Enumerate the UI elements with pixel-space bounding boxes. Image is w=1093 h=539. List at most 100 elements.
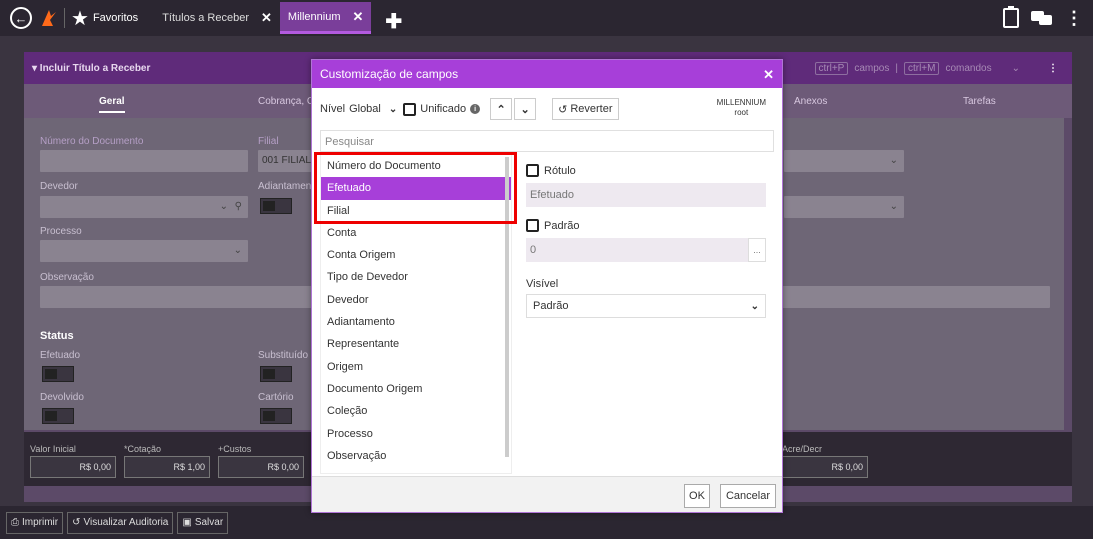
tab-millennium[interactable]: Millennium ✕: [279, 2, 372, 34]
back-icon[interactable]: ←: [10, 7, 32, 29]
context-user: root: [734, 108, 749, 117]
devedor-input[interactable]: ⌄ ⚲: [40, 196, 248, 218]
save-button[interactable]: ▣ Salvar: [177, 511, 229, 534]
list-item[interactable]: Tipo de Devedor: [321, 266, 511, 288]
substituido-toggle[interactable]: [260, 366, 292, 382]
shortcut-hints: ctrl+P campos | ctrl+M comandos ⌄ ⋮: [814, 62, 1058, 75]
list-item[interactable]: Observação: [321, 445, 511, 467]
more-menu-icon[interactable]: ⋮: [1065, 9, 1083, 27]
add-tab-icon[interactable]: ✚: [385, 9, 402, 34]
right-select[interactable]: ⌄: [784, 150, 904, 172]
checkbox-icon[interactable]: [526, 219, 539, 232]
checkbox-icon[interactable]: [403, 102, 417, 116]
undo-icon: ↺: [558, 103, 568, 116]
field-properties-panel: Rótulo Efetuado Padrão 0 ... Visível Pad…: [526, 164, 766, 318]
visivel-label: Visível: [526, 278, 559, 290]
audit-button[interactable]: ↺ Visualizar Auditoria: [67, 511, 174, 534]
search-icon[interactable]: ⚲: [235, 201, 242, 212]
list-item[interactable]: Coleção: [321, 400, 511, 422]
list-item[interactable]: Adiantamento: [321, 311, 511, 333]
chevron-up-icon: ⌃: [496, 103, 506, 116]
tab-titulos-a-receber[interactable]: Títulos a Receber ✕: [154, 0, 280, 36]
unificado-checkbox[interactable]: Unificado i: [403, 102, 481, 116]
devolvido-toggle[interactable]: [42, 408, 74, 424]
divider: [64, 8, 65, 28]
close-tab-icon[interactable]: ✕: [261, 10, 272, 26]
tab-cobranca[interactable]: Cobrança, C: [258, 96, 314, 107]
revert-button[interactable]: ↺ Reverter: [552, 98, 619, 120]
processo-select[interactable]: ⌄: [40, 240, 248, 262]
padrao-label: Padrão: [544, 219, 580, 232]
ellipsis-button[interactable]: ...: [748, 238, 766, 262]
acre-decr-label: Acre/Decr: [782, 444, 823, 454]
dialog-title: Customização de campos: [320, 67, 459, 81]
nivel-select[interactable]: Global ⌄: [349, 103, 397, 115]
efetuado-toggle[interactable]: [42, 366, 74, 382]
padrao-checkbox[interactable]: Padrão: [526, 219, 766, 232]
nivel-value: Global: [349, 103, 381, 115]
adiantamento-label: Adiantamen: [258, 181, 312, 192]
devedor-label: Devedor: [40, 181, 78, 192]
list-item[interactable]: Conta Origem: [321, 244, 511, 266]
cotacao-input[interactable]: R$ 1,00: [124, 456, 210, 478]
move-up-button[interactable]: ⌃: [490, 98, 513, 120]
favorites-button[interactable]: ★ Favoritos: [71, 6, 138, 31]
filial-input[interactable]: 001 FILIAL: [258, 150, 318, 172]
save-icon: ▣: [182, 517, 192, 528]
chevron-down-icon[interactable]: ⌄: [1012, 63, 1020, 74]
search-input[interactable]: Pesquisar: [320, 130, 774, 152]
tab-label: Títulos a Receber: [162, 12, 250, 24]
chevron-down-icon: ⌄: [388, 103, 398, 115]
chevron-down-icon: ⌄: [889, 201, 898, 212]
tab-tarefas[interactable]: Tarefas: [963, 96, 996, 107]
numero-documento-input[interactable]: [40, 150, 248, 172]
custos-label: +Custos: [218, 444, 252, 454]
nivel-label: Nível: [320, 103, 346, 115]
rotulo-input[interactable]: Efetuado: [526, 183, 766, 207]
comandos-label: comandos: [945, 63, 992, 74]
printer-icon: ⎙: [11, 517, 19, 528]
move-down-button[interactable]: ⌄: [514, 98, 537, 120]
checkbox-icon[interactable]: [526, 164, 539, 177]
list-item[interactable]: Devedor: [321, 289, 511, 311]
cartorio-toggle[interactable]: [260, 408, 292, 424]
dialog-header: Customização de campos ✕: [312, 60, 782, 88]
chevron-down-icon: ⌄: [889, 155, 898, 166]
list-item[interactable]: Documento Origem: [321, 378, 511, 400]
close-tab-icon[interactable]: ✕: [353, 9, 364, 25]
custos-input[interactable]: R$ 0,00: [218, 456, 304, 478]
ok-button[interactable]: OK: [684, 484, 710, 508]
right-select-2[interactable]: ⌄: [784, 196, 904, 218]
more-menu-icon[interactable]: ⋮: [1048, 63, 1058, 74]
close-icon[interactable]: ✕: [763, 67, 774, 83]
padrao-input[interactable]: 0 ...: [526, 238, 766, 262]
favorites-label: Favoritos: [92, 12, 139, 24]
print-button[interactable]: ⎙ Imprimir: [6, 511, 64, 534]
dialog-footer: OK Cancelar: [312, 476, 782, 512]
tab-label: Millennium: [287, 10, 341, 23]
context-info: MILLENNIUM root: [717, 98, 766, 118]
efetuado-label: Efetuado: [40, 350, 81, 361]
tab-anexos[interactable]: Anexos: [794, 96, 827, 107]
context-system: MILLENNIUM: [716, 98, 766, 107]
adiantamento-toggle[interactable]: [260, 198, 292, 214]
info-icon[interactable]: i: [470, 104, 481, 114]
chat-icon[interactable]: [1031, 11, 1053, 25]
list-item[interactable]: Origem: [321, 356, 511, 378]
rotulo-checkbox[interactable]: Rótulo: [526, 164, 766, 177]
substituido-label: Substituído: [258, 350, 309, 361]
cancel-button[interactable]: Cancelar: [720, 484, 776, 508]
customize-fields-dialog: Customização de campos ✕ Nível Global ⌄ …: [311, 59, 783, 513]
clipboard-icon[interactable]: [1003, 6, 1019, 28]
panel-title[interactable]: ▾ Incluir Título a Receber: [32, 63, 150, 74]
visivel-select[interactable]: Padrão ⌄: [526, 294, 766, 318]
tab-geral[interactable]: Geral: [99, 96, 125, 113]
list-item[interactable]: Processo: [321, 423, 511, 445]
list-item[interactable]: Conta: [321, 222, 511, 244]
valor-inicial-input[interactable]: R$ 0,00: [30, 456, 116, 478]
app-logo-icon[interactable]: [40, 8, 58, 28]
rotulo-label: Rótulo: [544, 164, 576, 177]
revert-label: Reverter: [570, 103, 613, 115]
list-item[interactable]: Representante: [321, 333, 511, 355]
acre-decr-input[interactable]: R$ 0,00: [782, 456, 868, 478]
